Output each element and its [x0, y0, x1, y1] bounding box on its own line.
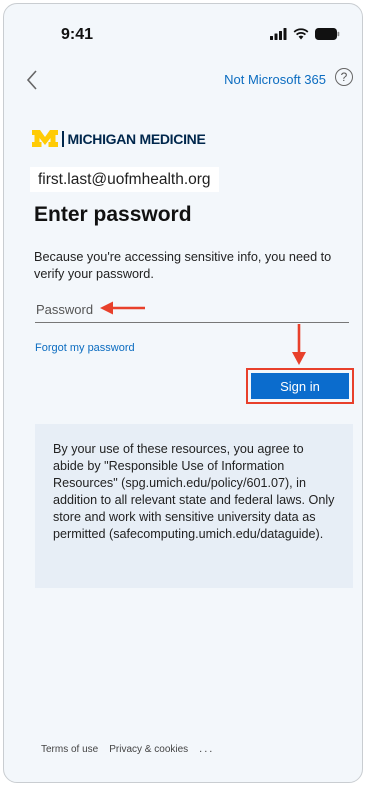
michigan-medicine-logo: MICHIGAN MEDICINE — [32, 130, 206, 147]
annotation-arrow-left-icon — [100, 301, 145, 315]
account-email[interactable]: first.last@uofmhealth.org — [30, 167, 219, 192]
logo-text: MICHIGAN MEDICINE — [67, 130, 206, 147]
usage-notice-text: By your use of these resources, you agre… — [53, 442, 335, 541]
help-icon[interactable]: ? — [335, 68, 353, 86]
description: Because you're accessing sensitive info,… — [34, 250, 332, 281]
more-options-icon[interactable]: ... — [199, 743, 214, 755]
footer: Terms of use Privacy & cookies ... — [41, 743, 214, 755]
back-chevron-icon[interactable] — [21, 66, 45, 94]
phone-frame: 9:41 Not Microsoft 365 ? MICHIGAN MEDICI… — [3, 3, 363, 783]
status-bar: 9:41 — [4, 4, 362, 62]
privacy-cookies-link[interactable]: Privacy & cookies — [109, 744, 188, 755]
wifi-icon — [293, 28, 309, 40]
sign-in-button[interactable]: Sign in — [251, 373, 349, 399]
annotation-arrow-down-icon — [292, 324, 306, 365]
terms-of-use-link[interactable]: Terms of use — [41, 744, 98, 755]
status-time: 9:41 — [61, 26, 94, 43]
signal-icon — [270, 28, 287, 40]
logo-divider — [62, 130, 64, 147]
block-m-icon — [32, 130, 58, 147]
page-title: Enter password — [34, 203, 192, 226]
not-microsoft-link[interactable]: Not Microsoft 365 — [224, 72, 326, 87]
password-input[interactable] — [35, 297, 349, 323]
usage-notice: By your use of these resources, you agre… — [35, 424, 353, 588]
battery-icon — [315, 28, 340, 40]
header: Not Microsoft 365 ? — [4, 62, 362, 98]
status-icons — [270, 26, 340, 42]
forgot-password-link[interactable]: Forgot my password — [35, 342, 135, 354]
